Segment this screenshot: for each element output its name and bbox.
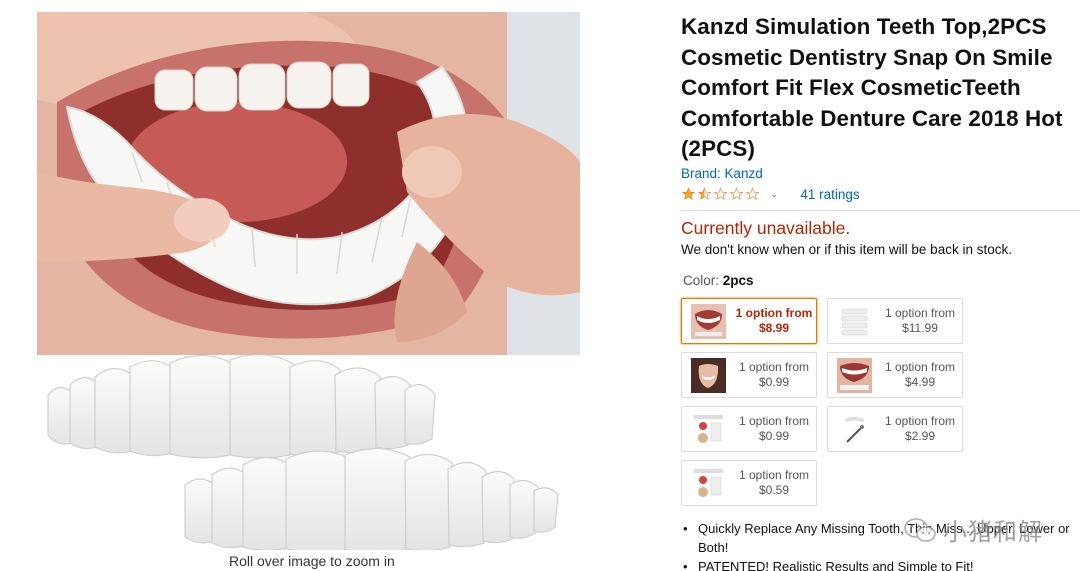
option-label: 1 option from [884, 414, 956, 428]
star-half-icon [697, 187, 712, 200]
option-price: $0.99 [758, 429, 790, 443]
option-price: $8.99 [758, 321, 790, 335]
divider [681, 210, 1080, 211]
watermark-text: 小猪和解 [943, 519, 1043, 546]
star-full-icon [681, 187, 696, 200]
option-label: 1 option from [884, 306, 956, 320]
color-option-6[interactable]: 1 option from $2.99 [827, 406, 963, 452]
veneer-product-illustration [40, 353, 580, 554]
option-price: $0.99 [758, 375, 790, 389]
option-label: 1 option from [884, 360, 956, 374]
feature-bullet: PATENTED! Realistic Results and Simple t… [681, 557, 1080, 571]
color-option-1[interactable]: 1 option from $8.99 [681, 298, 817, 344]
brand-link[interactable]: Brand: Kanzd [681, 166, 763, 181]
ratings-count-link[interactable]: 41 ratings [800, 187, 859, 202]
option-thumbnail-image [691, 412, 726, 447]
color-option-7[interactable]: 1 option from $0.59 [681, 460, 817, 506]
option-label: 1 option from [735, 306, 813, 320]
option-thumbnail-image [691, 466, 726, 501]
option-label: 1 option from [738, 468, 810, 482]
chevron-down-icon[interactable]: ⌄ [770, 189, 778, 200]
watermark: 小猪和解 [903, 512, 1043, 547]
wechat-icon [904, 517, 936, 542]
color-value: 2pcs [722, 273, 754, 288]
option-thumbnail-image [837, 304, 872, 339]
availability-note: We don't know when or if this item will … [681, 242, 1012, 257]
option-label: 1 option from [738, 414, 810, 428]
option-price: $4.99 [904, 375, 936, 389]
option-thumbnail-image [691, 358, 726, 393]
product-title: Kanzd Simulation Teeth Top,2PCS Cosmetic… [681, 14, 1063, 162]
option-price: $0.59 [758, 483, 790, 497]
color-option-2[interactable]: 1 option from $11.99 [827, 298, 963, 344]
star-empty-icon [745, 187, 760, 200]
option-price: $2.99 [904, 429, 936, 443]
main-product-image[interactable] [37, 12, 580, 355]
option-price: $11.99 [902, 321, 938, 335]
mouth-photo-illustration [37, 12, 580, 355]
color-selection-label: Color: 2pcs [683, 273, 754, 288]
option-thumbnail-image [837, 358, 872, 393]
option-thumbnail-image [691, 304, 726, 339]
star-empty-icon [729, 187, 744, 200]
zoom-hint-text: Roll over image to zoom in [229, 553, 395, 569]
color-option-4[interactable]: 1 option from $4.99 [827, 352, 963, 398]
star-empty-icon [713, 187, 728, 200]
color-option-3[interactable]: 1 option from $0.99 [681, 352, 817, 398]
color-label: Color: [683, 273, 723, 288]
star-rating[interactable] [681, 187, 760, 201]
option-label: 1 option from [738, 360, 810, 374]
rating-row: ⌄ 41 ratings [681, 185, 860, 203]
option-thumbnail-image [837, 412, 872, 447]
color-option-5[interactable]: 1 option from $0.99 [681, 406, 817, 452]
availability-status: Currently unavailable. [681, 218, 851, 238]
